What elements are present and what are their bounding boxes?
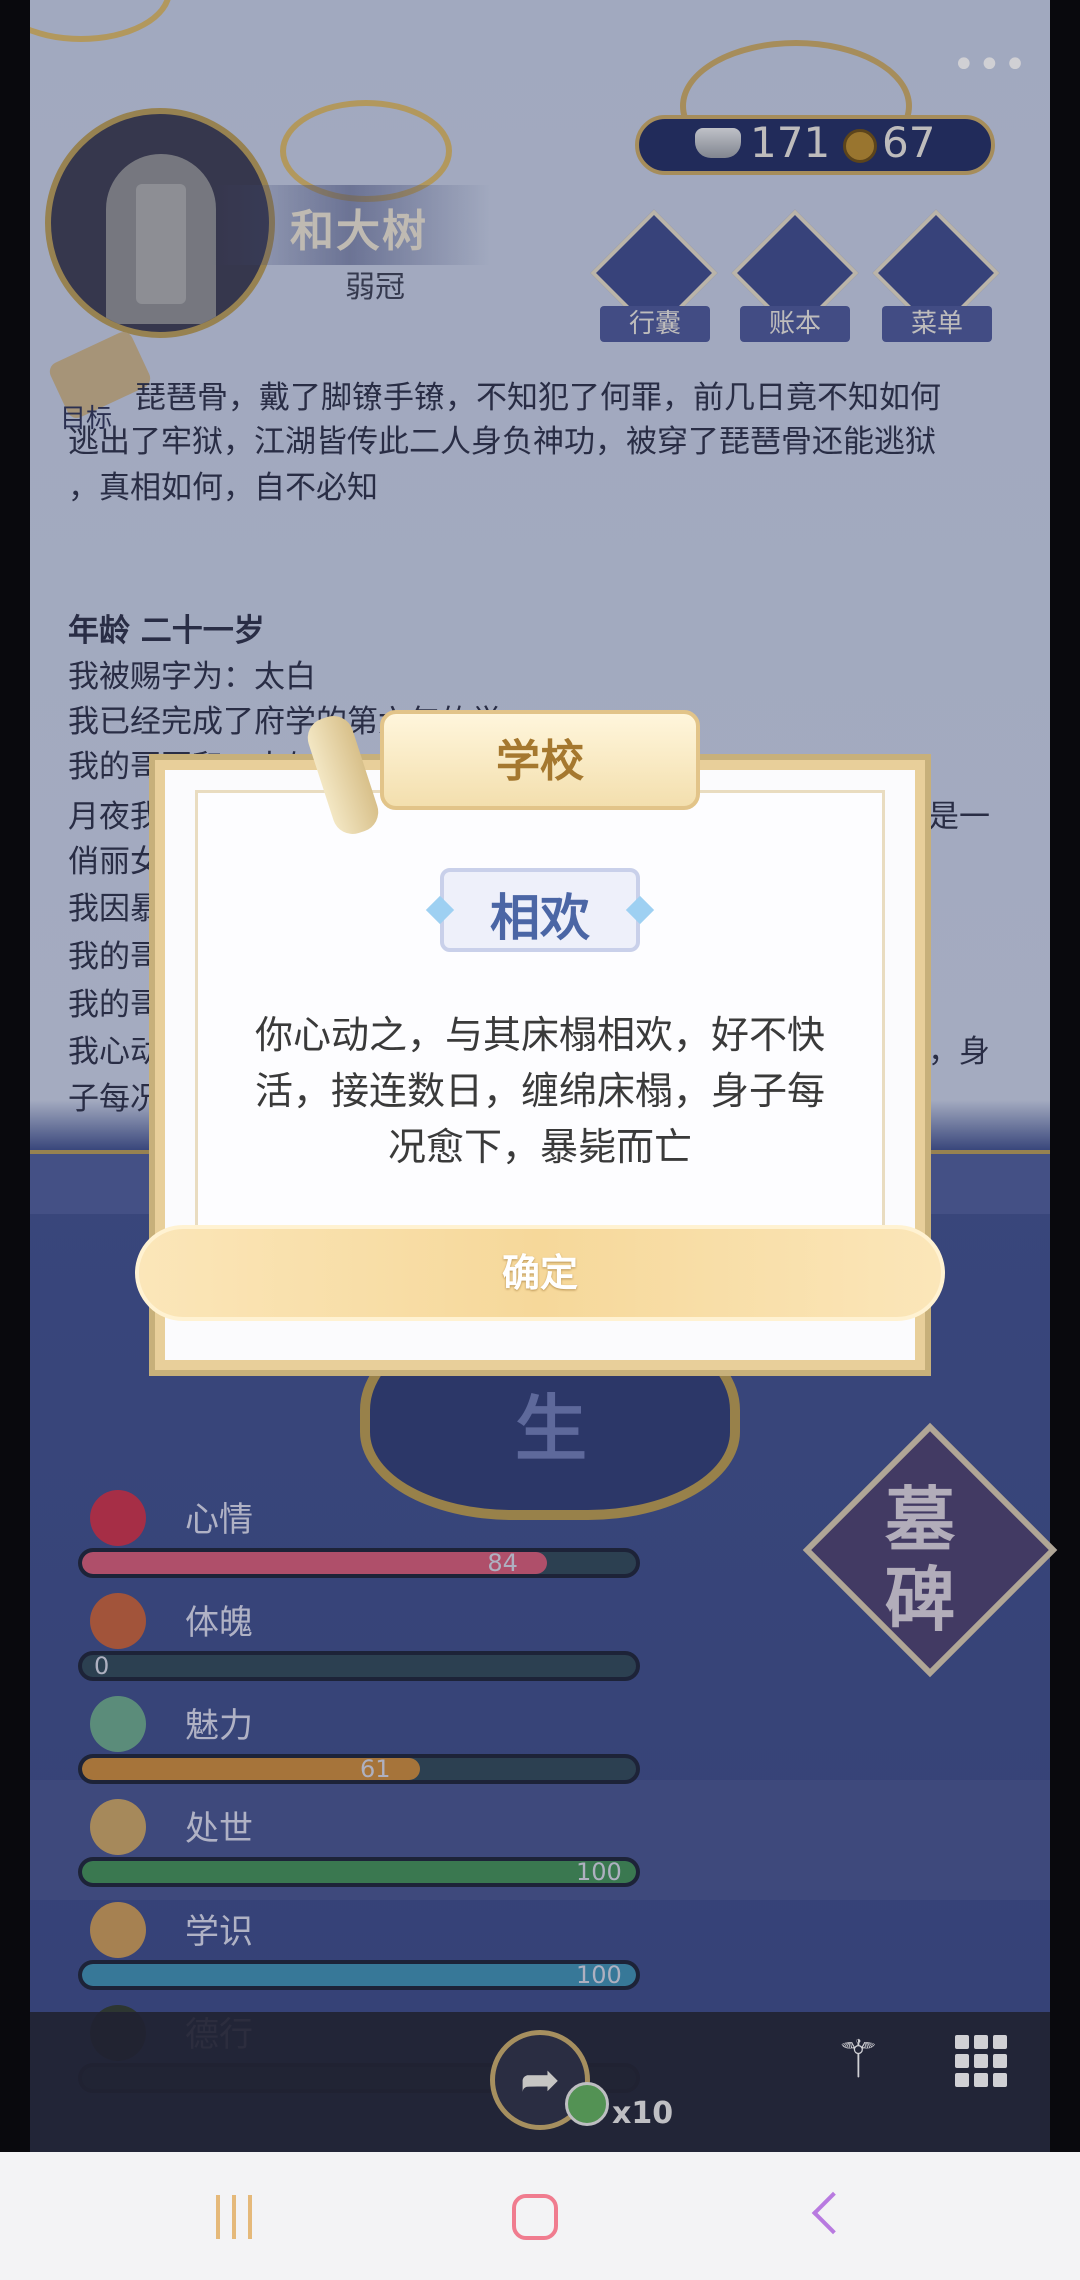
dialog-banner-title: 学校 <box>496 736 584 787</box>
confirm-button[interactable]: 确定 <box>135 1225 945 1321</box>
recent-apps-icon[interactable] <box>210 2195 260 2239</box>
event-title: 相欢 <box>490 888 590 947</box>
event-text-line: 你心动之，与其床榻相欢，好不快 <box>254 1013 825 1057</box>
home-icon[interactable] <box>512 2194 558 2240</box>
event-text-line: 活，接连数日，缠绵床榻，身子每 <box>254 1069 825 1113</box>
event-text-line: 况愈下，暴毙而亡 <box>387 1125 692 1169</box>
